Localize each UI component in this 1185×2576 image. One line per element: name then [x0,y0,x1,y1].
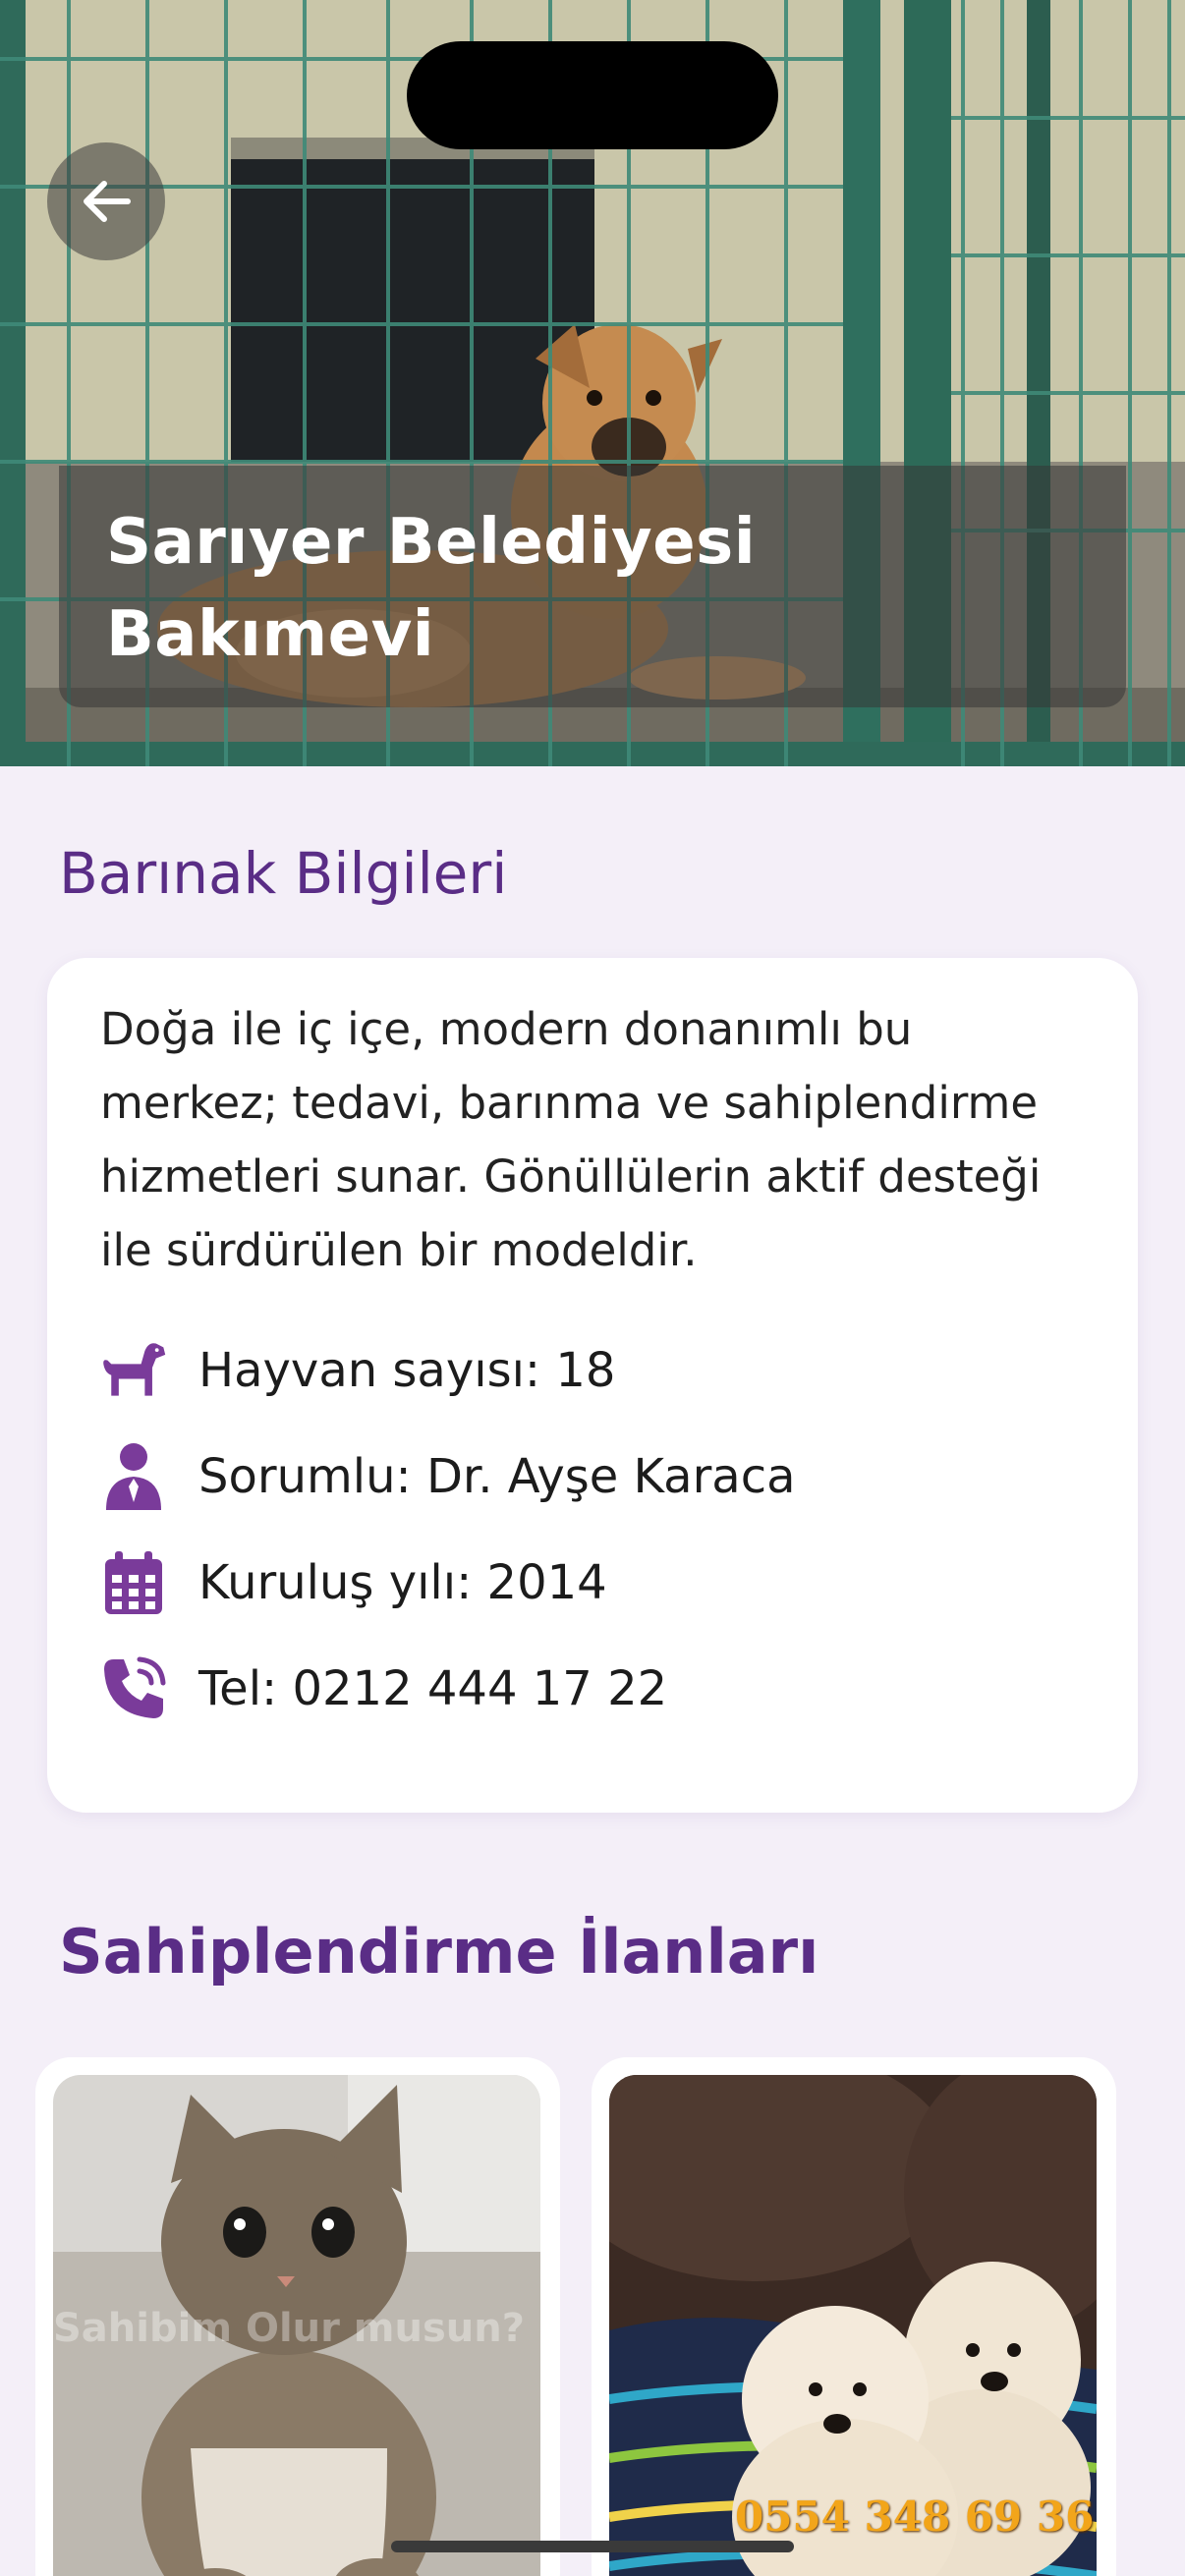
calendar-icon [98,1547,169,1618]
shelter-title: Sarıyer Belediyesi Bakımevi [106,506,757,671]
animal-count-text: Hayvan sayısı: 18 [198,1343,616,1398]
home-indicator[interactable] [391,2541,794,2552]
phone-icon [98,1653,169,1724]
puppies-phone-overlay: 0554 348 69 36 [735,2492,1095,2541]
hero-image: Sarıyer Belediyesi Bakımevi [0,0,1185,766]
info-section-title: Barınak Bilgileri [59,840,508,907]
info-card: Doğa ile iç içe, modern donanımlı bu mer… [47,958,1138,1813]
phone-text: Tel: 0212 444 17 22 [198,1661,668,1716]
animal-count-row: Hayvan sayısı: 18 [98,1331,1081,1410]
founded-row: Kuruluş yılı: 2014 [98,1543,1081,1622]
arrow-left-icon [84,181,131,222]
responsible-text: Sorumlu: Dr. Ayşe Karaca [198,1449,796,1504]
shelter-description: Doğa ile iç içe, modern donanımlı bu mer… [100,1003,1042,1276]
listing-card-kitten[interactable]: Sahibim Olur musun? [35,2057,560,2576]
founded-text: Kuruluş yılı: 2014 [198,1555,607,1610]
dog-icon [98,1335,169,1406]
kitten-photo: Sahibim Olur musun? [53,2075,540,2576]
phone-row[interactable]: Tel: 0212 444 17 22 [98,1650,1081,1728]
camera-notch [407,41,778,149]
puppies-photo: 0554 348 69 36 [609,2075,1097,2576]
back-button[interactable] [47,142,165,260]
kitten-watermark: Sahibim Olur musun? [53,2306,525,2351]
responsible-row: Sorumlu: Dr. Ayşe Karaca [98,1437,1081,1516]
person-icon [98,1441,169,1512]
listing-card-puppies[interactable]: 0554 348 69 36 [592,2057,1116,2576]
listings-section-title: Sahiplendirme İlanları [59,1916,819,1988]
